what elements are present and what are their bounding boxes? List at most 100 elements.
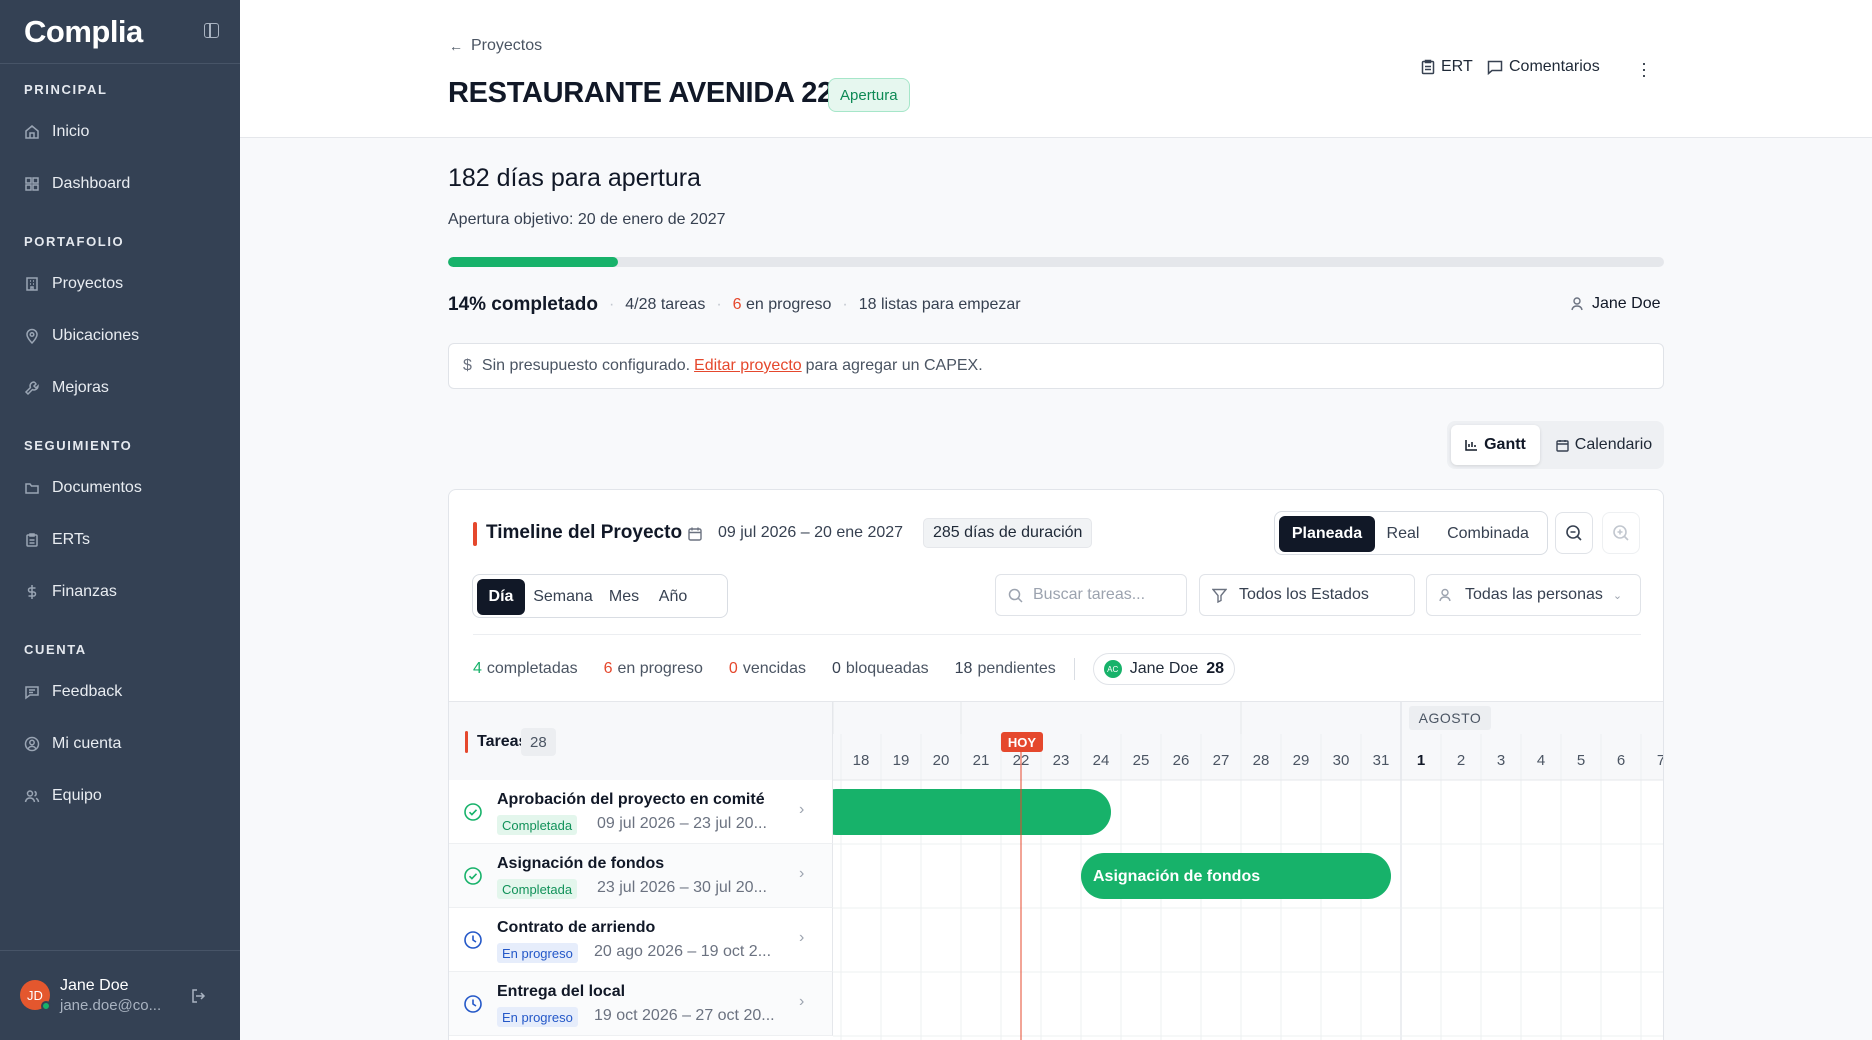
task-row[interactable]: Contrato de arriendo En progreso 20 ago 20… [449, 908, 833, 972]
mode-combinada[interactable]: Combinada [1431, 516, 1545, 552]
chevron-right-icon[interactable]: › [799, 929, 804, 947]
sidebar: Complia PRINCIPAL Inicio Dashboard PORTA… [0, 0, 240, 1040]
project-owner[interactable]: Jane Doe [1571, 295, 1661, 313]
sidebar-item-mi-cuenta[interactable]: Mi cuenta [24, 731, 121, 757]
chevron-right-icon[interactable]: › [799, 993, 804, 1011]
day-label: 25 [1133, 752, 1150, 769]
budget-text: Sin presupuesto configurado. [481, 357, 691, 374]
day-label: 24 [1093, 752, 1110, 769]
chevron-right-icon[interactable]: › [799, 865, 804, 883]
completed-count: 4 [473, 660, 482, 677]
mode-real[interactable]: Real [1375, 516, 1431, 552]
progress-count: 6 [603, 660, 613, 677]
sidebar-item-mejoras[interactable]: Mejoras [24, 375, 109, 401]
user-email: jane.doe@co... [60, 997, 162, 1014]
search-input[interactable] [1033, 586, 1173, 604]
task-row[interactable]: Entrega del local En progreso 19 oct 2026 … [449, 972, 833, 1036]
day-label: 30 [1333, 752, 1350, 769]
wrench-icon [24, 380, 40, 396]
people-filter-label: Todas las personas [1465, 586, 1603, 603]
dollar-icon [24, 584, 40, 600]
ert-button[interactable]: ERT [1421, 58, 1473, 76]
task-name: Asignación de fondos [497, 855, 665, 872]
scale-dia[interactable]: Día [477, 579, 525, 615]
comments-button[interactable]: Comentarios [1487, 58, 1600, 76]
sidebar-item-label: Ubicaciones [52, 327, 140, 344]
day-label: 31 [1373, 752, 1390, 769]
tasks-label: Tareas [477, 733, 528, 750]
task-dates: 19 oct 2026 – 27 oct 20... [594, 1007, 775, 1024]
progress-fill [448, 257, 619, 267]
mode-planeada[interactable]: Planeada [1279, 516, 1375, 552]
sidebar-item-finanzas[interactable]: Finanzas [24, 579, 117, 605]
sidebar-item-equipo[interactable]: Equipo [24, 783, 102, 809]
section-principal: PRINCIPAL [24, 82, 108, 97]
sidebar-item-feedback[interactable]: Feedback [24, 679, 122, 705]
sidebar-item-inicio[interactable]: Inicio [24, 119, 89, 145]
edit-project-link[interactable]: Editar proyecto [694, 357, 802, 375]
sidebar-item-documentos[interactable]: Documentos [24, 475, 142, 501]
ert-label: ERT [1441, 58, 1473, 75]
state-filter[interactable]: Todos los Estados [1199, 574, 1415, 616]
tasks-count: 4/28 tareas [625, 296, 706, 313]
task-row[interactable]: Aprobación del proyecto en comité Complet… [449, 780, 833, 844]
building-icon [24, 276, 40, 292]
sidebar-item-ubicaciones[interactable]: Ubicaciones [24, 323, 139, 349]
breadcrumb[interactable]: ← Proyectos [449, 37, 542, 55]
scale-semana[interactable]: Semana [529, 579, 597, 615]
day-label: 6 [1617, 752, 1625, 769]
person-count: 28 [1206, 660, 1225, 677]
page-title: RESTAURANTE AVENIDA 22 [448, 77, 833, 109]
comment-icon [1487, 60, 1503, 75]
duration-badge: 285 días de duración [923, 518, 1093, 548]
completed-label: completadas [486, 660, 578, 677]
tab-calendar[interactable]: Calendario [1548, 425, 1660, 465]
pending-count: 18 [954, 660, 973, 677]
task-name: Contrato de arriendo [497, 919, 656, 936]
blocked-label: bloqueadas [845, 660, 929, 677]
today-label: HOY [1008, 735, 1037, 750]
divider [1073, 658, 1075, 680]
scale-ano[interactable]: Año [649, 579, 697, 615]
sidebar-item-label: Equipo [52, 787, 102, 804]
task-dates: 23 jul 2026 – 30 jul 20... [597, 879, 767, 896]
user-name: Jane Doe [60, 977, 129, 994]
sidebar-item-label: Mejoras [52, 379, 109, 396]
logout-icon[interactable] [191, 989, 207, 1003]
zoom-in-icon [1613, 525, 1629, 541]
search-box [995, 574, 1187, 616]
person-chip[interactable]: AC Jane Doe 28 [1092, 653, 1236, 685]
chevron-right-icon[interactable]: › [799, 801, 804, 819]
sidebar-item-label: Inicio [52, 123, 90, 140]
sidebar-item-erts[interactable]: ERTs [24, 527, 90, 553]
blocked-count: 0 [831, 660, 841, 677]
more-options-icon[interactable]: · · · [1641, 54, 1647, 84]
zoom-in-button[interactable] [1602, 512, 1640, 554]
task-row[interactable]: Asignación de fondos Completada 23 jul 202… [449, 844, 833, 908]
day-label: 2 [1457, 752, 1465, 769]
sidebar-item-label: Finanzas [52, 583, 117, 600]
mode-toggle: Planeada Real Combinada [1274, 511, 1548, 555]
sidebar-item-proyectos[interactable]: Proyectos [24, 271, 123, 297]
user-icon [1439, 588, 1451, 602]
ready-count: 18 listas para empezar [858, 296, 1021, 313]
user-icon [1571, 297, 1583, 311]
day-label: 18 [853, 752, 870, 769]
task-dates: 09 jul 2026 – 23 jul 20... [597, 815, 767, 832]
sidebar-toggle-icon[interactable] [204, 23, 219, 38]
day-label: 29 [1293, 752, 1310, 769]
task-status-badge: Completada [497, 815, 578, 835]
breadcrumb-link[interactable]: Proyectos [471, 37, 542, 55]
separator: · [608, 296, 615, 313]
progress-label: en progreso [617, 660, 703, 677]
brand-logo[interactable]: Complia [24, 14, 143, 50]
sidebar-item-dashboard[interactable]: Dashboard [24, 171, 130, 197]
scale-mes[interactable]: Mes [599, 579, 649, 615]
people-filter[interactable]: Todas las personas ⌄ [1426, 574, 1641, 616]
avatar[interactable]: JD [20, 980, 51, 1011]
sidebar-item-label: Dashboard [52, 175, 131, 192]
zoom-out-button[interactable] [1555, 512, 1593, 554]
clipboard-icon [24, 532, 40, 548]
days-to-opening: 182 días para apertura [448, 164, 701, 192]
tab-gantt[interactable]: Gantt [1451, 425, 1540, 465]
